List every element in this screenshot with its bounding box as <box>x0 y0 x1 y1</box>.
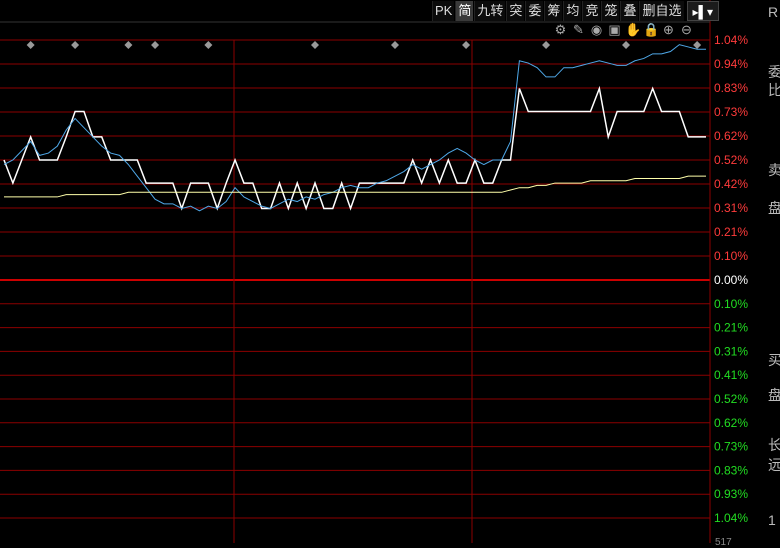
event-marker <box>151 41 160 49</box>
pen-icon[interactable]: ✎ <box>571 22 586 37</box>
event-marker <box>622 41 631 49</box>
intraday-chart[interactable]: 1.04% 0.94% 0.83% 0.73% 0.62% 0.52% 0.42% 0.31%… <box>0 0 780 543</box>
y-tick-label: 0.31% <box>714 344 748 358</box>
settings-icon[interactable]: ⚙ <box>553 22 568 37</box>
y-tick-label: 0.42% <box>714 177 748 191</box>
y-tick-label: 0.21% <box>714 225 748 239</box>
event-marker <box>204 41 213 49</box>
side-label: 买 <box>768 352 780 368</box>
y-tick-label: 0.62% <box>714 416 748 430</box>
y-tick-label: 0.21% <box>714 321 748 335</box>
y-tick-label: 0.73% <box>714 105 748 119</box>
side-label: 卖 <box>768 162 780 178</box>
y-tick-label: 0.52% <box>714 392 748 406</box>
zoom-out-icon[interactable]: ⊖ <box>679 22 694 37</box>
hand-icon[interactable]: ✋ <box>625 22 641 37</box>
event-marker <box>462 41 471 49</box>
lock-icon[interactable]: 🔒 <box>643 22 659 37</box>
toolbar-button-breakout[interactable]: 突 <box>506 1 525 21</box>
basket-icon[interactable]: ▣ <box>607 22 622 37</box>
side-label: R <box>768 4 779 20</box>
side-label: 长 <box>768 437 780 453</box>
zoom-in-icon[interactable]: ⊕ <box>661 22 676 37</box>
y-tick-label: 0.94% <box>714 57 748 71</box>
side-label: 委 <box>768 64 780 80</box>
y-tick-label: 1.04% <box>714 511 748 525</box>
y-tick-label: 0.83% <box>714 463 748 477</box>
blue-line <box>3 44 706 212</box>
event-marker <box>26 41 35 49</box>
toolbar-button-chips[interactable]: 筹 <box>544 1 563 21</box>
toolbar-button-average[interactable]: 均 <box>563 1 582 21</box>
y-tick-label: 0.62% <box>714 129 748 143</box>
toolbar-button-remove-watchlist[interactable]: 删自选 <box>639 1 684 21</box>
toolbar-button-pk[interactable]: PK <box>432 1 455 21</box>
y-tick-label: 0.93% <box>714 487 748 501</box>
side-label: 远 <box>768 457 780 473</box>
chart-tool-icons: ⚙ ✎ ◉ ▣ ✋ 🔒 ⊕ ⊖ <box>553 22 694 40</box>
toolbar-button-nine-turns[interactable]: 九转 <box>474 1 506 21</box>
toolbar-button-overlay[interactable]: 叠 <box>620 1 639 21</box>
side-label: 盘 <box>768 200 780 216</box>
event-marker <box>311 41 320 49</box>
event-marker <box>390 41 399 49</box>
y-tick-label: 0.10% <box>714 249 748 263</box>
toolbar-button-cage[interactable]: 笼 <box>601 1 620 21</box>
side-panel: R委比卖盘买盘长远1 <box>765 0 780 543</box>
y-tick-label-zero: 0.00% <box>714 273 748 287</box>
event-marker <box>693 41 702 49</box>
price-line <box>3 85 706 211</box>
toolbar-more-button[interactable]: ▸▌▾ <box>686 1 720 21</box>
y-tick-label: 0.10% <box>714 297 748 311</box>
toolbar: PK 简九转突委筹均竞笼叠删自选 ▸▌▾ <box>432 1 720 21</box>
y-tick-label: 0.83% <box>714 81 748 95</box>
toolbar-button-simple[interactable]: 简 <box>455 1 474 21</box>
eye-icon[interactable]: ◉ <box>589 22 604 37</box>
y-tick-label: 0.41% <box>714 368 748 382</box>
event-marker <box>124 41 133 49</box>
y-tick-label: 0.73% <box>714 440 748 454</box>
side-label: 1 <box>768 512 776 528</box>
side-label: 比 <box>768 82 780 98</box>
y-tick-label: 0.31% <box>714 201 748 215</box>
y-tick-label: 1.04% <box>714 33 748 47</box>
side-label: 盘 <box>768 387 780 403</box>
event-marker <box>542 41 551 49</box>
event-marker <box>71 41 80 49</box>
toolbar-button-auction[interactable]: 竞 <box>582 1 601 21</box>
y-tick-label: 0.52% <box>714 153 748 167</box>
toolbar-button-order[interactable]: 委 <box>525 1 544 21</box>
